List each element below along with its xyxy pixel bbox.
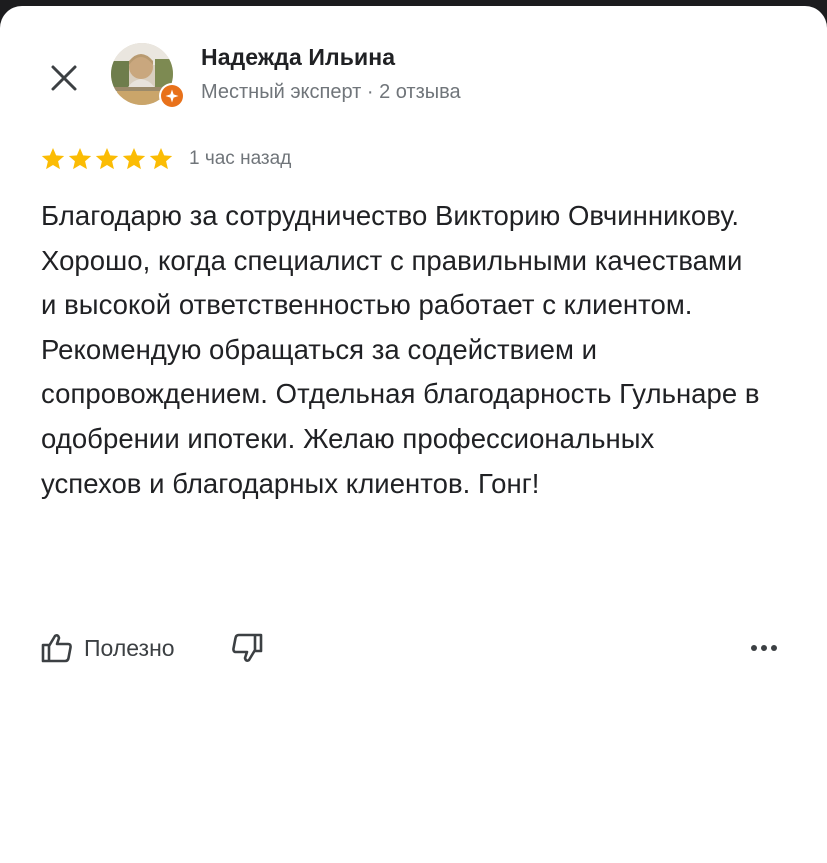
close-button[interactable] xyxy=(44,58,84,98)
star-badge-icon xyxy=(165,89,179,103)
author-meta: Местный эксперт · 2 отзыва xyxy=(201,81,461,103)
star-icon xyxy=(68,147,92,170)
local-guide-badge xyxy=(159,83,185,109)
review-sheet: Надежда Ильина Местный эксперт · 2 отзыв… xyxy=(0,6,827,863)
not-helpful-button[interactable] xyxy=(230,632,264,664)
more-options-button[interactable] xyxy=(744,633,784,663)
review-text: Благодарю за сотрудничество Викторию Овч… xyxy=(41,200,760,499)
star-rating xyxy=(40,146,174,172)
rating-row: 1 час назад xyxy=(40,145,291,173)
helpful-button[interactable]: Полезно xyxy=(40,632,175,664)
close-icon xyxy=(51,65,77,91)
more-horizontal-icon xyxy=(751,645,777,651)
star-icon xyxy=(122,147,146,170)
star-icon xyxy=(95,147,119,170)
thumb-up-icon xyxy=(41,634,72,663)
author-name[interactable]: Надежда Ильина xyxy=(201,44,395,71)
thumb-down-icon xyxy=(231,633,262,662)
review-time: 1 час назад xyxy=(189,148,292,169)
helpful-label: Полезно xyxy=(84,634,175,661)
star-icon xyxy=(149,147,173,170)
star-icon xyxy=(41,147,65,170)
review-actions: Полезно xyxy=(40,626,264,670)
